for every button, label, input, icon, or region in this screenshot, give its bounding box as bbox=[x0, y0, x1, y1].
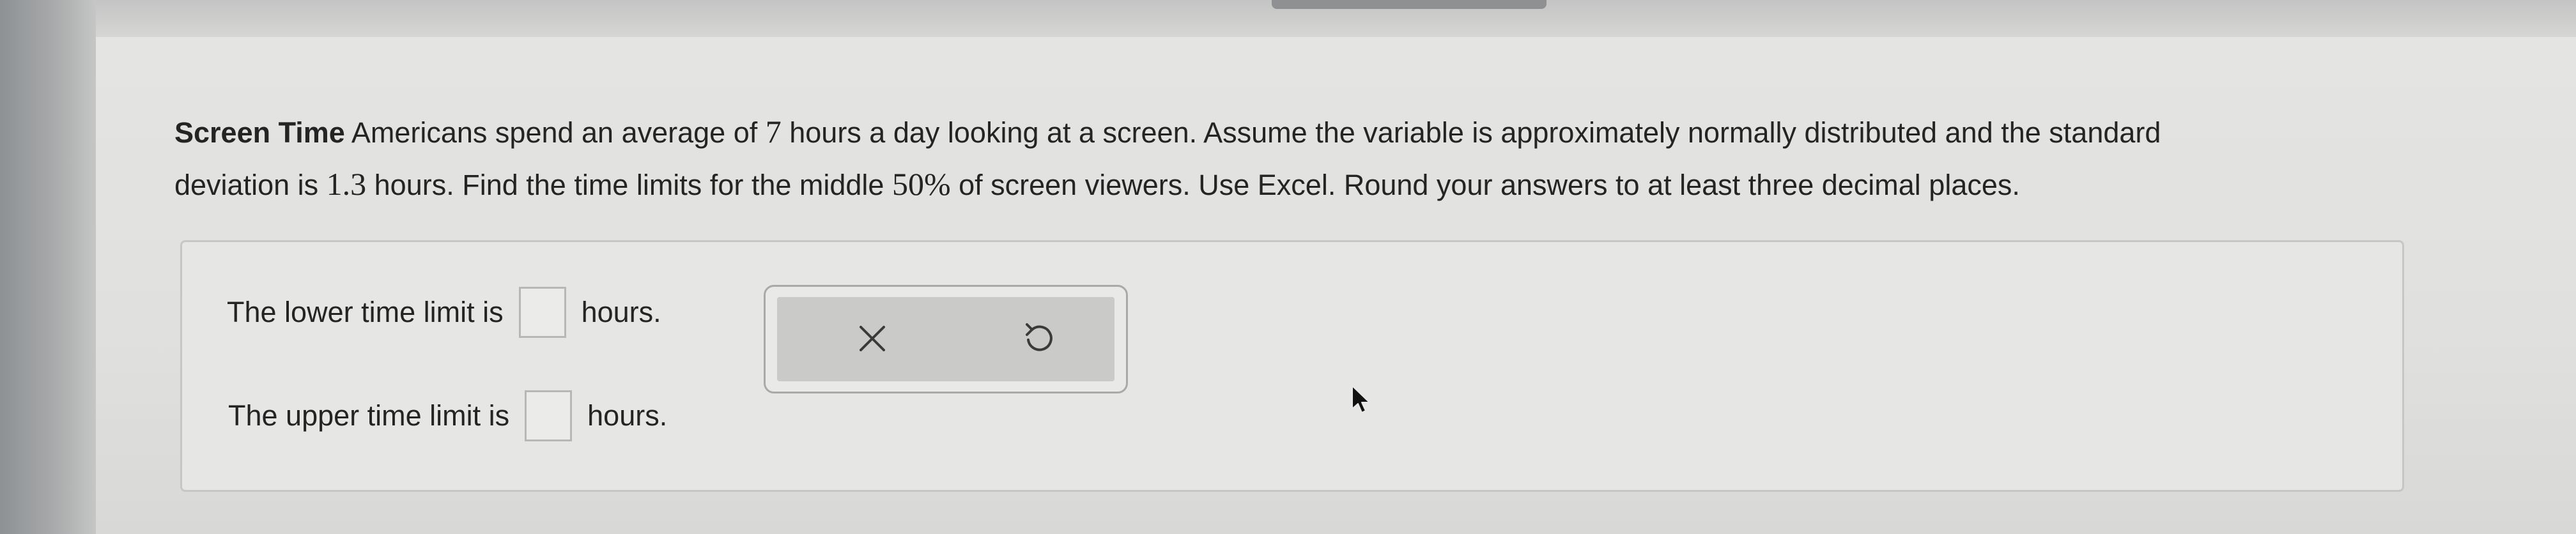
upper-limit-label: The upper time limit is bbox=[228, 399, 510, 432]
answer-tools-bar bbox=[777, 297, 1114, 381]
lower-limit-unit: hours. bbox=[581, 296, 661, 328]
question-text-part: hours. Find the time limits for the midd… bbox=[366, 169, 892, 201]
mean-value: 7 bbox=[765, 114, 782, 149]
upper-limit-unit: hours. bbox=[587, 399, 668, 432]
lower-limit-input[interactable] bbox=[518, 287, 566, 338]
percent-value: 50% bbox=[891, 166, 951, 202]
question-text-part: hours a day looking at a screen. Assume … bbox=[781, 116, 2161, 149]
top-strip bbox=[96, 0, 2576, 40]
question-text-part: of screen viewers. Use Excel. Round your… bbox=[950, 169, 2020, 201]
question-text-part: deviation is bbox=[174, 169, 327, 201]
question-title: Screen Time bbox=[174, 116, 345, 149]
question-text: Screen Time Americans spend an average o… bbox=[174, 106, 2411, 211]
undo-icon bbox=[1026, 323, 1053, 351]
lower-limit-label: The lower time limit is bbox=[227, 296, 504, 328]
x-icon bbox=[860, 326, 885, 351]
answer-tools-panel bbox=[764, 285, 1128, 393]
mouse-cursor-icon bbox=[1352, 385, 1370, 413]
lower-limit-row: The lower time limit is hours. bbox=[227, 287, 661, 338]
screen-left-edge bbox=[0, 0, 96, 534]
answer-panel: The lower time limit is hours. The upper… bbox=[180, 240, 2404, 492]
top-tab bbox=[1272, 0, 1546, 9]
upper-limit-input[interactable] bbox=[525, 390, 573, 441]
upper-limit-row: The upper time limit is hours. bbox=[228, 390, 667, 441]
undo-button[interactable] bbox=[1016, 316, 1061, 361]
sd-value: 1.3 bbox=[326, 166, 367, 202]
clear-answer-button[interactable] bbox=[850, 316, 895, 361]
question-text-part: Americans spend an average of bbox=[344, 116, 766, 149]
